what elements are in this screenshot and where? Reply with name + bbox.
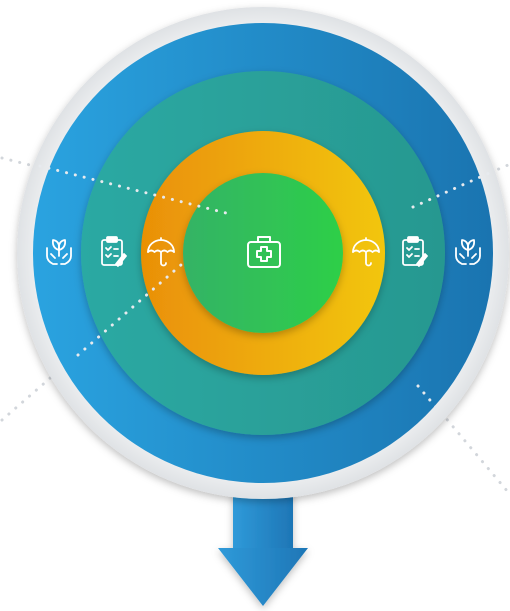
- center-circle: [183, 173, 343, 333]
- arrow-head: [218, 548, 308, 606]
- concentric-circle-diagram: [0, 7, 510, 606]
